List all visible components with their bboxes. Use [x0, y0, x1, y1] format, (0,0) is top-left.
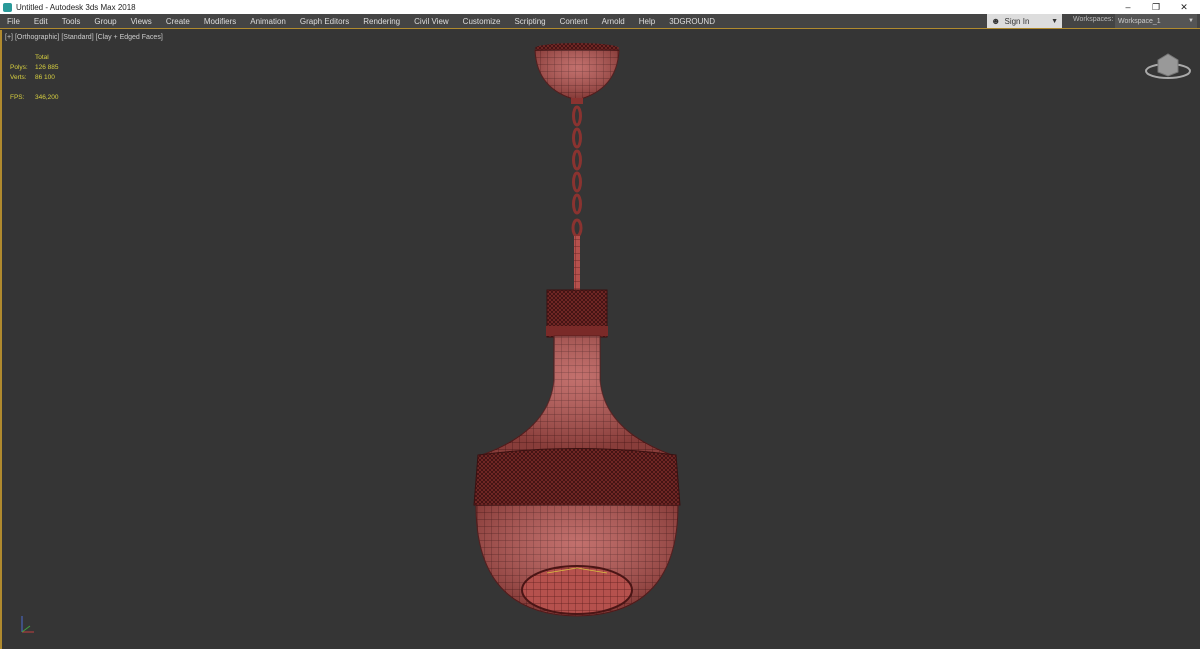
menu-group[interactable]: Group: [87, 17, 123, 26]
menu-tools[interactable]: Tools: [55, 17, 88, 26]
workspace-value: Workspace_1: [1118, 17, 1161, 25]
menu-views[interactable]: Views: [124, 17, 159, 26]
viewcube-icon[interactable]: [1145, 53, 1191, 79]
user-icon: ☻: [991, 16, 1001, 26]
chain: [571, 105, 583, 238]
menu-arnold[interactable]: Arnold: [595, 17, 632, 26]
menu-help[interactable]: Help: [632, 17, 662, 26]
menu-scripting[interactable]: Scripting: [507, 17, 552, 26]
menu-content[interactable]: Content: [553, 17, 595, 26]
window-title: Untitled - Autodesk 3ds Max 2018: [16, 2, 136, 12]
menu-3dground[interactable]: 3DGROUND: [662, 17, 722, 26]
menu-civil-view[interactable]: Civil View: [407, 17, 456, 26]
menu-graph-editors[interactable]: Graph Editors: [293, 17, 356, 26]
chevron-down-icon: ▼: [1051, 17, 1058, 25]
menu-edit[interactable]: Edit: [27, 17, 55, 26]
sign-in-button[interactable]: ☻ Sign In ▼: [987, 14, 1062, 28]
menu-modifiers[interactable]: Modifiers: [197, 17, 243, 26]
top-collar: [546, 289, 608, 338]
sign-in-label: Sign In: [1004, 16, 1030, 26]
menu-rendering[interactable]: Rendering: [356, 17, 407, 26]
menu-file[interactable]: File: [0, 17, 27, 26]
ceiling-canopy: [534, 43, 620, 104]
workspace-select[interactable]: Workspace_1 ▼: [1115, 14, 1197, 28]
workspaces-label: Workspaces:: [1073, 16, 1114, 23]
close-button[interactable]: ✕: [1170, 0, 1198, 14]
axis-tripod-icon: [21, 616, 34, 633]
chevron-down-icon: ▼: [1188, 18, 1194, 24]
rod: [574, 236, 580, 292]
viewport[interactable]: [+] [Orthographic] [Standard] [Clay + Edged…: [0, 30, 1200, 649]
minimize-button[interactable]: –: [1114, 0, 1142, 14]
restore-button[interactable]: ❐: [1142, 0, 1170, 14]
menu-animation[interactable]: Animation: [243, 17, 293, 26]
title-bar: Untitled - Autodesk 3ds Max 2018 – ❐ ✕: [0, 0, 1200, 14]
menu-create[interactable]: Create: [159, 17, 197, 26]
lamp-model[interactable]: [2, 30, 1200, 649]
menu-customize[interactable]: Customize: [456, 17, 508, 26]
lamp-body: [473, 335, 681, 617]
app-icon: [3, 2, 12, 12]
